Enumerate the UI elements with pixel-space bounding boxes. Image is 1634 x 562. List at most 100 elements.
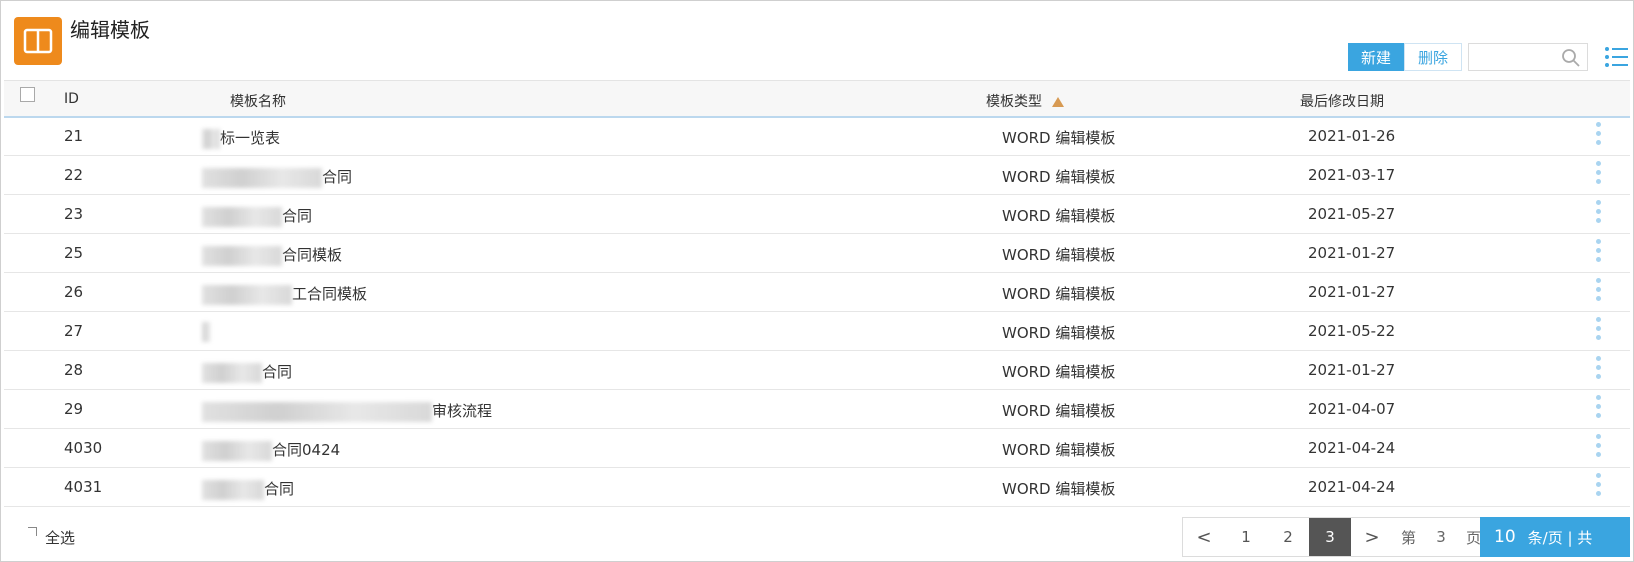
table-row[interactable]: 27 WORD 编辑模板 2021-05-22: [4, 312, 1630, 351]
table-header: ID 模板名称 模板类型 最后修改日期: [4, 80, 1630, 118]
page-title: 编辑模板: [70, 18, 150, 42]
redacted-text: [202, 401, 432, 422]
per-page-label: 条/页 | 共: [1527, 528, 1593, 547]
row-id: 22: [64, 166, 84, 184]
row-name[interactable]: 审核流程: [202, 400, 492, 422]
select-all-checkbox[interactable]: [20, 87, 35, 102]
redacted-text: [202, 206, 282, 227]
row-more-icon[interactable]: [1596, 473, 1602, 500]
table-row[interactable]: 25 合同模板 WORD 编辑模板 2021-01-27: [4, 234, 1630, 273]
column-type[interactable]: 模板类型: [986, 91, 1064, 111]
pagination: < 1 2 3 > 第 3 页: [1182, 517, 1491, 557]
row-id: 4030: [64, 439, 103, 457]
row-name[interactable]: 合同: [202, 478, 294, 500]
row-name-text: 标一览表: [220, 129, 281, 147]
redacted-text: [202, 245, 282, 266]
per-page-value: 10: [1494, 527, 1516, 547]
table-row[interactable]: 4031 合同 WORD 编辑模板 2021-04-24: [4, 468, 1630, 507]
row-more-icon[interactable]: [1596, 122, 1602, 149]
redacted-text: [202, 440, 272, 461]
list-menu-icon[interactable]: [1604, 46, 1628, 68]
table-row[interactable]: 22 合同 WORD 编辑模板 2021-03-17: [4, 156, 1630, 195]
row-more-icon[interactable]: [1596, 278, 1602, 305]
row-type: WORD 编辑模板: [1002, 480, 1116, 498]
table-row[interactable]: 21 标一览表 WORD 编辑模板 2021-01-26: [4, 117, 1630, 156]
sort-ascending-icon[interactable]: [1052, 97, 1064, 107]
row-more-icon[interactable]: [1596, 161, 1602, 188]
row-type: WORD 编辑模板: [1002, 129, 1116, 147]
row-type: WORD 编辑模板: [1002, 441, 1116, 459]
row-name-text: 合同0424: [272, 441, 341, 459]
redacted-text: [202, 362, 262, 383]
row-date: 2021-01-27: [1308, 283, 1396, 301]
row-name-text: 合同: [264, 480, 295, 498]
row-id: 25: [64, 244, 84, 262]
row-date: 2021-04-24: [1308, 478, 1396, 496]
column-date[interactable]: 最后修改日期: [1300, 91, 1384, 111]
redacted-text: [202, 479, 264, 500]
row-name[interactable]: 合同: [202, 205, 312, 227]
row-type: WORD 编辑模板: [1002, 324, 1116, 342]
table-row[interactable]: 23 合同 WORD 编辑模板 2021-05-27: [4, 195, 1630, 234]
row-more-icon[interactable]: [1596, 434, 1602, 461]
goto-page-input[interactable]: 3: [1432, 528, 1450, 546]
row-name-text: 合同模板: [282, 246, 343, 264]
table-row[interactable]: 4030 合同0424 WORD 编辑模板 2021-04-24: [4, 429, 1630, 468]
row-id: 21: [64, 127, 84, 145]
next-page-button[interactable]: >: [1351, 527, 1393, 548]
prev-page-button[interactable]: <: [1183, 527, 1225, 548]
row-more-icon[interactable]: [1596, 317, 1602, 344]
row-date: 2021-04-07: [1308, 400, 1396, 418]
row-id: 23: [64, 205, 84, 223]
row-id: 28: [64, 361, 84, 379]
row-more-icon[interactable]: [1596, 356, 1602, 383]
delete-button[interactable]: 删除: [1404, 43, 1462, 71]
table-row[interactable]: 28 合同 WORD 编辑模板 2021-01-27: [4, 351, 1630, 390]
row-name-text: 合同: [262, 363, 293, 381]
column-id[interactable]: ID: [64, 91, 79, 107]
page-2[interactable]: 2: [1267, 528, 1309, 546]
column-type-label: 模板类型: [986, 94, 1042, 110]
row-more-icon[interactable]: [1596, 239, 1602, 266]
redacted-text: [202, 284, 292, 305]
row-name-text: 工合同模板: [292, 285, 368, 303]
row-more-icon[interactable]: [1596, 200, 1602, 227]
per-page-selector[interactable]: 10 条/页 | 共: [1480, 517, 1630, 557]
goto-prefix: 第: [1401, 528, 1417, 547]
row-date: 2021-01-27: [1308, 361, 1396, 379]
redacted-text: [202, 322, 210, 342]
row-type: WORD 编辑模板: [1002, 285, 1116, 303]
row-id: 29: [64, 400, 84, 418]
table-row[interactable]: 29 审核流程 WORD 编辑模板 2021-04-07: [4, 390, 1630, 429]
page-1[interactable]: 1: [1225, 528, 1267, 546]
row-name[interactable]: 标一览表: [202, 127, 280, 149]
row-name[interactable]: 工合同模板: [202, 283, 367, 305]
row-date: 2021-01-27: [1308, 244, 1396, 262]
row-name-text: 合同: [282, 207, 313, 225]
select-all-footer[interactable]: 全选: [28, 527, 75, 548]
row-id: 4031: [64, 478, 103, 496]
row-type: WORD 编辑模板: [1002, 246, 1116, 264]
row-name-text: 合同: [322, 168, 353, 186]
row-more-icon[interactable]: [1596, 395, 1602, 422]
new-button[interactable]: 新建: [1348, 43, 1404, 71]
row-type: WORD 编辑模板: [1002, 402, 1116, 420]
row-date: 2021-05-22: [1308, 322, 1396, 340]
row-name[interactable]: 合同: [202, 166, 352, 188]
corner-checkbox-icon[interactable]: [28, 527, 37, 536]
row-name[interactable]: [202, 322, 210, 342]
column-name[interactable]: 模板名称: [230, 91, 286, 111]
row-id: 27: [64, 322, 84, 340]
row-date: 2021-05-27: [1308, 205, 1396, 223]
row-type: WORD 编辑模板: [1002, 168, 1116, 186]
row-name[interactable]: 合同: [202, 361, 292, 383]
row-name[interactable]: 合同0424: [202, 439, 340, 461]
search-input[interactable]: [1468, 43, 1588, 71]
page-3-current[interactable]: 3: [1309, 518, 1351, 556]
row-name[interactable]: 合同模板: [202, 244, 342, 266]
row-type: WORD 编辑模板: [1002, 207, 1116, 225]
search-icon[interactable]: [1561, 48, 1581, 68]
table-row[interactable]: 26 工合同模板 WORD 编辑模板 2021-01-27: [4, 273, 1630, 312]
row-name-text: 审核流程: [432, 402, 493, 420]
redacted-text: [202, 167, 322, 188]
